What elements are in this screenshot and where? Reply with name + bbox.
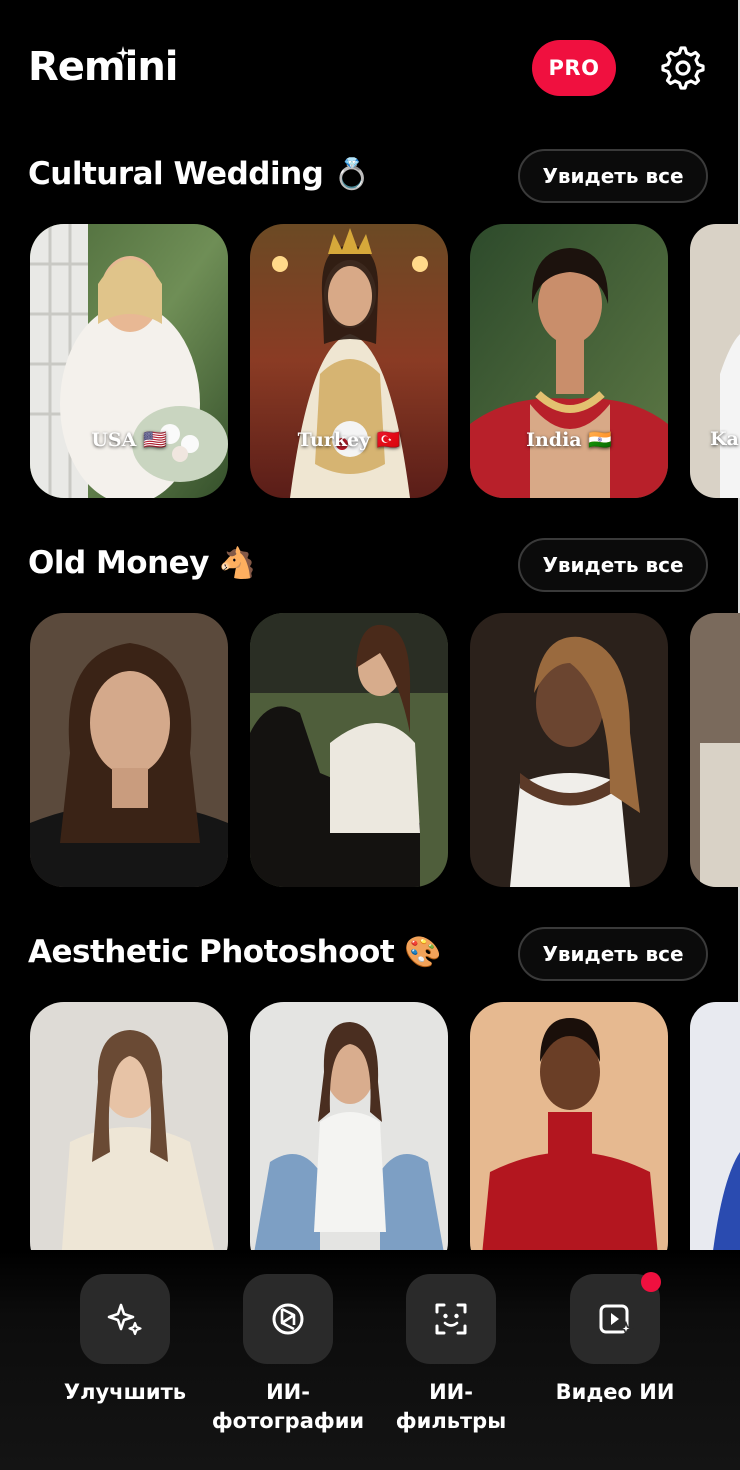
card-partial[interactable]	[690, 613, 740, 887]
photo-old-money-partial	[690, 613, 740, 887]
sparkle-icon	[116, 46, 130, 60]
section-title-text: Aesthetic Photoshoot	[28, 934, 395, 970]
card-label: India 🇮🇳	[526, 429, 612, 451]
photo-old-money-2	[250, 613, 448, 887]
section-title-cultural-wedding: Cultural Wedding 💍	[28, 156, 371, 192]
nav-label-ai-video: Видео ИИ	[555, 1380, 675, 1404]
aperture-icon	[272, 1303, 304, 1335]
nav-label-line: ИИ-	[429, 1380, 473, 1404]
sparkle-icon	[107, 1303, 142, 1336]
card-india[interactable]: India 🇮🇳	[470, 224, 668, 498]
ring-emoji: 💍	[333, 156, 371, 192]
notification-dot	[641, 1272, 661, 1292]
ai-photos-button[interactable]	[243, 1274, 333, 1364]
nav-label-line: фильтры	[395, 1409, 507, 1433]
section-title-old-money: Old Money 🐴	[28, 545, 256, 581]
photo-aesthetic-2	[250, 1002, 448, 1276]
enhance-button[interactable]	[80, 1274, 170, 1364]
photo-old-money-3	[470, 613, 668, 887]
see-all-button-cultural-wedding[interactable]: Увидеть все	[518, 149, 708, 203]
pro-button[interactable]: PRO	[532, 40, 616, 96]
palette-emoji: 🎨	[404, 934, 441, 970]
photo-wedding-usa	[30, 224, 228, 498]
nav-label-line: ИИ-	[266, 1380, 310, 1404]
photo-wedding-partial	[690, 224, 740, 498]
card-aesthetic-3[interactable]	[470, 1002, 668, 1276]
card-label: Ka	[710, 428, 739, 450]
video-sparkle-icon	[599, 1304, 634, 1337]
see-all-button-aesthetic-photoshoot[interactable]: Увидеть все	[518, 927, 708, 981]
app-logo: Remini	[28, 44, 179, 90]
gear-icon[interactable]	[660, 45, 706, 91]
photo-aesthetic-1	[30, 1002, 228, 1276]
section-title-aesthetic-photoshoot: Aesthetic Photoshoot 🎨	[28, 934, 441, 970]
ai-filters-button[interactable]	[406, 1274, 496, 1364]
photo-wedding-india	[470, 224, 668, 498]
card-aesthetic-2[interactable]	[250, 1002, 448, 1276]
nav-label-line: фотографии	[211, 1409, 365, 1433]
card-partial[interactable]	[690, 1002, 740, 1276]
card-usa[interactable]: USA 🇺🇸	[30, 224, 228, 498]
section-title-text: Cultural Wedding	[28, 156, 324, 192]
face-scan-icon	[435, 1303, 467, 1335]
card-turkey[interactable]: Turkey 🇹🇷	[250, 224, 448, 498]
photo-wedding-turkey	[250, 224, 448, 498]
see-all-button-old-money[interactable]: Увидеть все	[518, 538, 708, 592]
card-partial[interactable]: Ka	[690, 224, 740, 498]
card-aesthetic-1[interactable]	[30, 1002, 228, 1276]
nav-label-enhance: Улучшить	[63, 1380, 187, 1404]
photo-old-money-1	[30, 613, 228, 887]
card-old-money-1[interactable]	[30, 613, 228, 887]
photo-aesthetic-partial	[690, 1002, 740, 1276]
section-title-text: Old Money	[28, 545, 209, 581]
card-label: Turkey 🇹🇷	[297, 429, 401, 451]
card-label: USA 🇺🇸	[91, 429, 167, 451]
nav-label-ai-photos: ИИ- фотографии	[203, 1378, 373, 1436]
card-old-money-2[interactable]	[250, 613, 448, 887]
nav-label-ai-filters: ИИ- фильтры	[366, 1378, 536, 1436]
card-old-money-3[interactable]	[470, 613, 668, 887]
photo-aesthetic-3	[470, 1002, 668, 1276]
horse-emoji: 🐴	[218, 545, 256, 581]
